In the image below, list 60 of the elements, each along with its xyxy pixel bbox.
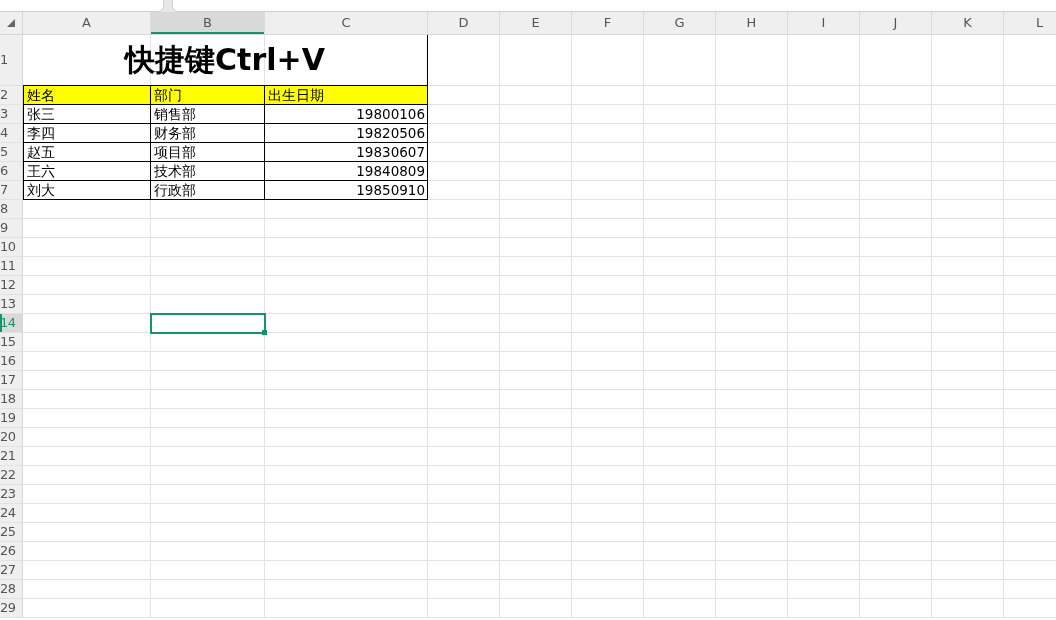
row-header[interactable]: 4	[0, 124, 23, 143]
table-cell: 李四	[23, 124, 151, 143]
table-cell: 项目部	[151, 143, 265, 162]
select-all-icon[interactable]	[7, 19, 15, 27]
row-header[interactable]: 1	[0, 35, 23, 86]
column-header[interactable]: G	[644, 12, 716, 35]
table-cell: 王六	[23, 162, 151, 181]
row-header[interactable]: 21	[0, 447, 23, 466]
row-header[interactable]: 8	[0, 200, 23, 219]
table-cell: 19840809	[265, 162, 428, 181]
column-header[interactable]: J	[860, 12, 932, 35]
column-header[interactable]: H	[716, 12, 788, 35]
column-label: 姓名	[23, 86, 151, 105]
table-cell: 19820506	[265, 124, 428, 143]
row-header[interactable]: 12	[0, 276, 23, 295]
row-header[interactable]: 26	[0, 542, 23, 561]
table-cell: 财务部	[151, 124, 265, 143]
table-cell: 赵五	[23, 143, 151, 162]
row-header[interactable]: 2	[0, 86, 23, 105]
row-header[interactable]: 19	[0, 409, 23, 428]
row-header[interactable]: 27	[0, 561, 23, 580]
row-header[interactable]: 23	[0, 485, 23, 504]
column-header[interactable]: A	[23, 12, 151, 35]
row-header[interactable]: 5	[0, 143, 23, 162]
row-header[interactable]: 13	[0, 295, 23, 314]
column-label: 部门	[151, 86, 265, 105]
column-header[interactable]: B	[151, 12, 265, 35]
table-cell: 张三	[23, 105, 151, 124]
column-header[interactable]: F	[572, 12, 644, 35]
row-header[interactable]: 17	[0, 371, 23, 390]
row-header[interactable]: 29	[0, 599, 23, 618]
column-header[interactable]: L	[1004, 12, 1056, 35]
table-cell: 19830607	[265, 143, 428, 162]
row-header[interactable]: 25	[0, 523, 23, 542]
column-header[interactable]: K	[932, 12, 1004, 35]
row-header[interactable]: 6	[0, 162, 23, 181]
row-header[interactable]: 16	[0, 352, 23, 371]
table-cell: 技术部	[151, 162, 265, 181]
column-header[interactable]: C	[265, 12, 428, 35]
column-header[interactable]: D	[428, 12, 500, 35]
row-header[interactable]: 24	[0, 504, 23, 523]
row-header[interactable]: 28	[0, 580, 23, 599]
row-header[interactable]: 20	[0, 428, 23, 447]
column-label: 出生日期	[265, 86, 428, 105]
row-header[interactable]: 11	[0, 257, 23, 276]
row-header[interactable]: 10	[0, 238, 23, 257]
table-cell: 销售部	[151, 105, 265, 124]
row-header[interactable]: 22	[0, 466, 23, 485]
selection-box[interactable]	[150, 313, 266, 334]
table-cell: 行政部	[151, 181, 265, 200]
table-cell: 19800106	[265, 105, 428, 124]
row-header[interactable]: 15	[0, 333, 23, 352]
row-header[interactable]: 9	[0, 219, 23, 238]
column-header[interactable]: I	[788, 12, 860, 35]
column-header[interactable]: E	[500, 12, 572, 35]
table-cell: 19850910	[265, 181, 428, 200]
table-cell: 刘大	[23, 181, 151, 200]
row-header[interactable]: 3	[0, 105, 23, 124]
row-header[interactable]: 7	[0, 181, 23, 200]
row-header[interactable]: 18	[0, 390, 23, 409]
